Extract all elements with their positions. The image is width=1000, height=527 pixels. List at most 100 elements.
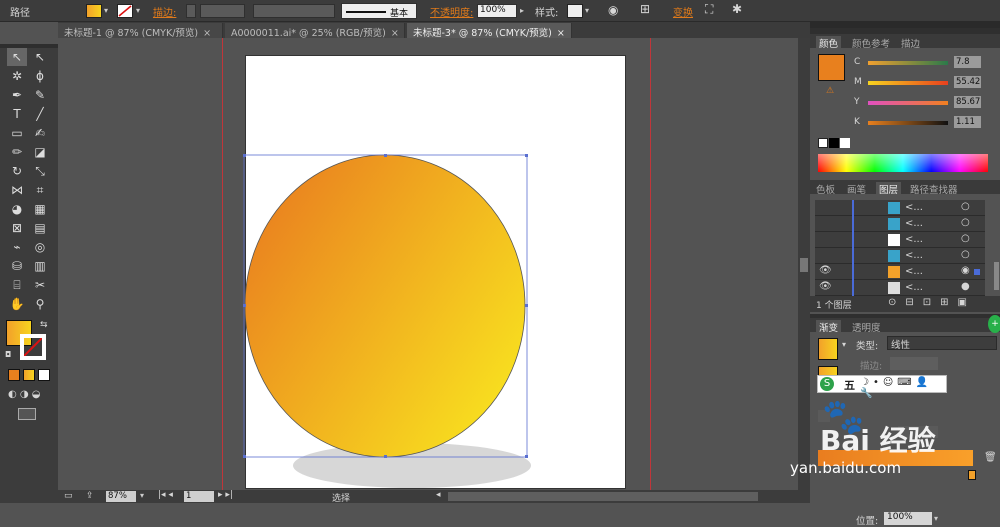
yellow-slider-row[interactable]: Y 85.67 [852, 96, 1000, 114]
ime-logo-icon[interactable]: S [820, 377, 834, 391]
eye-icon[interactable]: 👁 [819, 265, 832, 276]
transform-link[interactable]: 变换 [673, 4, 693, 19]
layer-row[interactable]: <... ○ [815, 248, 985, 264]
variable-width-dropdown[interactable] [253, 4, 335, 18]
chevron-down-icon[interactable]: ▾ [104, 6, 108, 15]
target-icon[interactable]: ○ [961, 233, 970, 244]
layer-row[interactable]: <... ○ [815, 200, 985, 216]
gradient-mode-icon[interactable] [23, 369, 35, 381]
horizontal-scrollbar[interactable] [448, 492, 758, 501]
symbol-sprayer-icon[interactable]: ⛁ [7, 257, 27, 275]
stroke-stepper[interactable] [186, 4, 196, 18]
tab-doc-1[interactable]: 未标题-1 @ 87% (CMYK/预览) × [58, 23, 223, 39]
page-input[interactable]: 1 [184, 491, 214, 502]
options-icon[interactable]: ✱ [732, 2, 742, 16]
selection-tool-icon[interactable]: ↖ [7, 48, 27, 66]
color-fill-preview[interactable] [818, 54, 845, 81]
blend-tool-icon[interactable]: ◎ [30, 238, 50, 256]
target-icon[interactable]: ○ [961, 249, 970, 260]
chevron-right-icon[interactable]: ▸ [520, 6, 524, 15]
chevron-down-icon[interactable]: ▾ [934, 514, 938, 523]
hand-tool-icon[interactable]: ✋ [7, 295, 27, 313]
gradient-stop[interactable] [968, 470, 976, 480]
default-colors-icon[interactable]: ◘ [5, 350, 11, 359]
screen-mode-icon[interactable] [18, 408, 36, 420]
layer-row[interactable]: 👁 <... ● [815, 280, 985, 296]
position-input[interactable]: 100% [884, 512, 932, 525]
paintbrush-icon[interactable]: ✍ [30, 124, 50, 142]
layers-scrollbar[interactable] [994, 262, 999, 290]
type-tool-icon[interactable]: T [7, 105, 27, 123]
gradient-type-dropdown[interactable]: 线性 [887, 336, 997, 351]
perspective-grid-icon[interactable]: ▦ [30, 200, 50, 218]
yellow-value[interactable]: 85.67 [954, 96, 981, 108]
ime-tool-icons[interactable]: ☽•☺⌨👤🔧 [860, 377, 946, 399]
layer-row[interactable]: <... ○ [815, 216, 985, 232]
stroke-gradient-buttons[interactable] [890, 357, 938, 370]
eraser-icon[interactable]: ◪ [30, 143, 50, 161]
width-tool-icon[interactable]: ⋈ [7, 181, 27, 199]
color-spectrum[interactable] [818, 154, 988, 172]
magenta-value[interactable]: 55.42 [954, 76, 981, 88]
scroll-left-icon[interactable]: ◂ [436, 490, 441, 500]
black-value[interactable]: 1.11 [954, 116, 981, 128]
graph-tool-icon[interactable]: ▥ [30, 257, 50, 275]
chevron-down-icon[interactable]: ▾ [136, 6, 140, 15]
draw-mode-icon[interactable]: ◐ ◑ ◒ [8, 389, 41, 400]
curvature-tool-icon[interactable]: ✎ [30, 86, 50, 104]
gradient-preview[interactable] [818, 338, 838, 360]
magic-wand-icon[interactable]: ✲ [7, 67, 27, 85]
direct-selection-tool-icon[interactable]: ↖ [30, 48, 50, 66]
scale-tool-icon[interactable]: ⤡ [30, 162, 50, 180]
target-icon[interactable]: ○ [961, 217, 970, 228]
target-icon[interactable]: ● [961, 281, 970, 292]
magenta-slider-row[interactable]: M 55.42 [852, 76, 1000, 94]
cyan-value[interactable]: 7.8 [954, 56, 981, 68]
slice-tool-icon[interactable]: ✂ [30, 276, 50, 294]
tab-doc-2[interactable]: A0000011.ai* @ 25% (RGB/预览) × [225, 23, 405, 39]
stroke-label[interactable]: 描边: [153, 4, 176, 19]
swap-colors-icon[interactable]: ⇆ [40, 320, 48, 330]
pencil-icon[interactable]: ✏ [7, 143, 27, 161]
stroke-style-dropdown[interactable]: 基本 [341, 3, 417, 19]
opacity-label[interactable]: 不透明度: [430, 4, 473, 19]
none-swatch[interactable] [818, 138, 828, 148]
pen-tool-icon[interactable]: ✒ [7, 86, 27, 104]
target-icon[interactable]: ◉ [961, 265, 970, 276]
next-artboard-icon[interactable]: ▸ ▸| [218, 490, 233, 500]
color-mode-icon[interactable] [8, 369, 20, 381]
export-icon[interactable]: ⇪ [86, 491, 94, 501]
stroke-swatch[interactable] [117, 4, 133, 18]
align-icon[interactable]: ⊞ [640, 2, 650, 16]
chevron-down-icon[interactable]: ▾ [842, 340, 846, 349]
rotate-tool-icon[interactable]: ↻ [7, 162, 27, 180]
gradient-slider[interactable] [818, 450, 973, 466]
chevron-down-icon[interactable]: ▾ [585, 6, 589, 15]
black-slider-row[interactable]: K 1.11 [852, 116, 1000, 134]
angle-input[interactable] [898, 426, 938, 438]
tab-doc-3[interactable]: 未标题-3* @ 87% (CMYK/预览) × [407, 23, 572, 39]
ime-toolbar[interactable]: S 五 ☽•☺⌨👤🔧 [817, 375, 947, 399]
target-icon[interactable]: ○ [961, 201, 970, 212]
lasso-icon[interactable]: ϕ [30, 67, 50, 85]
artboard-nav-icon[interactable]: ▭ [64, 491, 73, 501]
reverse-gradient-icon[interactable] [818, 410, 830, 422]
artboard-tool-icon[interactable]: ⌸ [7, 276, 27, 294]
expand-panel-icon[interactable]: + [988, 315, 1000, 333]
layer-action-icons[interactable]: ⊙⊟⊡⊞▣ [888, 297, 976, 308]
line-tool-icon[interactable]: ╱ [30, 105, 50, 123]
free-transform-icon[interactable]: ⌗ [30, 181, 50, 199]
fill-swatch[interactable] [86, 4, 102, 18]
chevron-down-icon[interactable]: ▾ [140, 491, 144, 500]
layer-row[interactable]: <... ○ [815, 232, 985, 248]
isolate-icon[interactable]: ⛶ [705, 2, 713, 17]
opacity-input[interactable]: 100% [477, 4, 517, 18]
layer-row[interactable]: 👁 <... ◉ [815, 264, 985, 280]
eye-icon[interactable]: 👁 [819, 281, 832, 292]
white-swatch[interactable] [840, 138, 850, 148]
style-swatch[interactable] [567, 4, 583, 18]
zoom-input[interactable]: 87% [106, 491, 136, 502]
cyan-slider-row[interactable]: C 7.8 [852, 56, 1000, 74]
recolor-icon[interactable]: ◉ [608, 3, 618, 17]
rectangle-tool-icon[interactable]: ▭ [7, 124, 27, 142]
